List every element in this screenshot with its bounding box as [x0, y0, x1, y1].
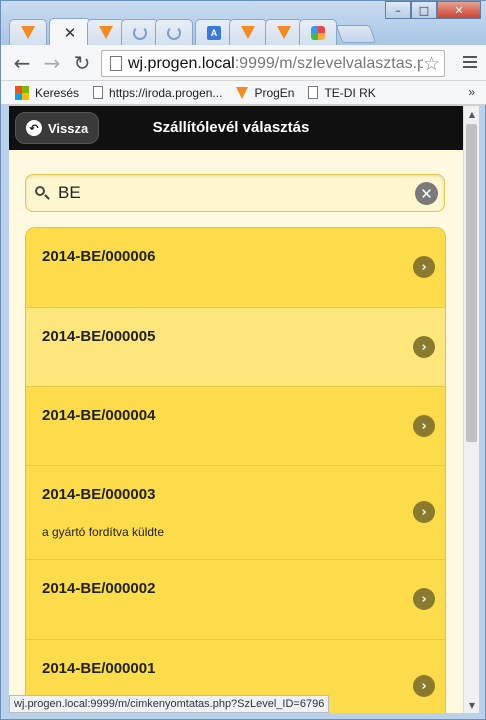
item-title: 2014-BE/000003 — [42, 486, 156, 503]
list-item[interactable]: 2014-BE/000004 › — [26, 387, 445, 466]
tab-strip: ✕ A – □ ✕ — [1, 1, 486, 46]
chevron-right-icon: › — [413, 501, 435, 523]
item-title: 2014-BE/000006 — [42, 248, 156, 265]
tab-4[interactable] — [121, 19, 159, 45]
search-input[interactable] — [58, 183, 388, 203]
item-title: 2014-BE/000001 — [42, 660, 156, 677]
item-subtitle: a gyártó fordítva küldte — [42, 525, 165, 539]
item-title: 2014-BE/000004 — [42, 407, 156, 424]
bookmark-label: https://iroda.progen... — [109, 85, 223, 100]
clear-search-icon[interactable]: ✕ — [415, 182, 438, 205]
menu-icon[interactable] — [463, 56, 477, 71]
bookmark-label: Keresés — [35, 85, 80, 100]
address-bar[interactable]: wj.progen.local:9999/m/szlevelvalasztas.… — [101, 50, 445, 77]
close-window-button[interactable]: ✕ — [437, 1, 481, 19]
tab-8[interactable] — [265, 19, 303, 45]
list-item[interactable]: 2014-BE/000006 › — [26, 228, 445, 308]
chevron-right-icon: › — [413, 675, 435, 697]
page-viewport: ↶ Vissza Szállítólevél választás ✕ 2014-… — [9, 106, 463, 713]
scrollbar-thumb[interactable] — [466, 124, 477, 442]
v-logo-icon — [236, 86, 249, 99]
bookmark-kereses[interactable]: Keresés — [15, 85, 80, 100]
tab-3[interactable] — [87, 19, 125, 45]
v-logo-icon — [241, 26, 255, 40]
list-item[interactable]: 2014-BE/000003 a gyártó fordítva küldte … — [26, 466, 445, 560]
tab-7[interactable] — [229, 19, 267, 45]
minimize-button[interactable]: – — [385, 1, 411, 19]
page-icon — [308, 86, 319, 99]
chevron-right-icon: › — [413, 415, 435, 437]
close-icon[interactable]: ✕ — [64, 24, 77, 42]
bookmark-label: ProgEn — [254, 85, 295, 100]
v-logo-icon — [21, 26, 35, 40]
browser-toolbar: ← → ↻ wj.progen.local:9999/m/szlevelvala… — [1, 45, 486, 81]
back-button-label: Vissza — [48, 120, 89, 136]
url-host: wj.progen.local — [128, 54, 235, 72]
bookmark-progen[interactable]: ProgEn — [236, 86, 294, 100]
tab-5[interactable] — [155, 19, 193, 45]
loading-icon — [133, 25, 147, 40]
bookmarks-bar: Keresés https://iroda.progen... ProgEn T… — [1, 81, 486, 105]
bookmark-star-icon[interactable]: ☆ — [422, 53, 440, 75]
chevron-right-icon: › — [413, 588, 435, 610]
tab-1[interactable] — [9, 19, 47, 45]
new-tab-button[interactable] — [335, 25, 377, 43]
back-arrow-icon[interactable]: ← — [7, 48, 37, 78]
delivery-note-list: 2014-BE/000006 › 2014-BE/000005 › 2014-B… — [25, 227, 446, 713]
bookmark-tedi[interactable]: TE-DI RK — [308, 85, 376, 100]
bookmark-label: TE-DI RK — [324, 85, 376, 100]
joomla-icon — [311, 25, 325, 40]
item-title: 2014-BE/000002 — [42, 580, 156, 597]
tab-active[interactable]: ✕ — [49, 18, 91, 46]
bookmark-iroda[interactable]: https://iroda.progen... — [93, 86, 222, 100]
tab-9[interactable] — [299, 19, 337, 45]
search-icon — [34, 185, 50, 201]
page-scrollbar[interactable]: ▲ ▼ — [463, 106, 479, 713]
forward-arrow-icon[interactable]: → — [37, 48, 67, 78]
ms-logo-icon — [15, 85, 29, 100]
window-controls: – □ ✕ — [385, 1, 481, 19]
page-header: ↶ Vissza Szállítólevél választás — [9, 106, 463, 150]
maximize-button[interactable]: □ — [411, 1, 437, 19]
chevron-right-icon: › — [413, 336, 435, 358]
page-title: Szállítólevél választás — [152, 119, 310, 136]
url-path: :9999/m/szlevelvalasztas.p — [234, 54, 426, 72]
browser-window: ✕ A – □ ✕ ← → ↻ wj.progen.local:9999/m/… — [0, 0, 486, 720]
back-icon: ↶ — [26, 120, 42, 136]
translate-icon: A — [207, 25, 221, 40]
item-title: 2014-BE/000005 — [42, 328, 156, 345]
status-url: wj.progen.local:9999/m/cimkenyomtatas.ph… — [9, 695, 330, 713]
back-button[interactable]: ↶ Vissza — [15, 112, 99, 144]
chevron-right-icon: › — [413, 256, 435, 278]
list-item[interactable]: 2014-BE/000002 › — [26, 560, 445, 640]
tab-6[interactable]: A — [195, 19, 233, 45]
bookmarks-more-icon[interactable]: » — [468, 85, 475, 99]
search-box: ✕ — [25, 174, 445, 212]
loading-icon — [167, 25, 181, 40]
page-icon — [110, 56, 122, 71]
reload-icon[interactable]: ↻ — [67, 48, 97, 78]
list-item[interactable]: 2014-BE/000005 › — [26, 308, 445, 387]
v-logo-icon — [277, 26, 291, 40]
scroll-down-icon[interactable]: ▼ — [464, 697, 480, 713]
page-icon — [93, 86, 104, 99]
scroll-up-icon[interactable]: ▲ — [464, 106, 480, 122]
v-logo-icon — [99, 26, 113, 40]
